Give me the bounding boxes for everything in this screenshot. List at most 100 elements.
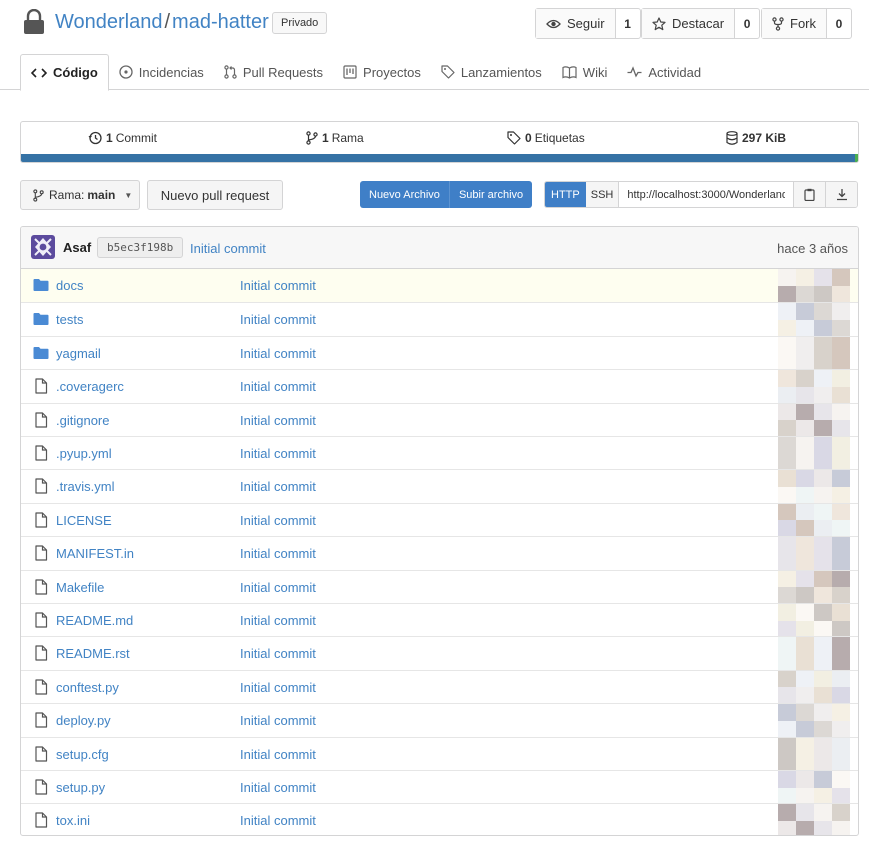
file-icon	[33, 645, 49, 661]
branch-dropdown[interactable]: Rama: main ▼	[20, 180, 140, 210]
tags-stat[interactable]: 0 Etiquetas	[507, 131, 585, 145]
file-name-link[interactable]: .travis.yml	[56, 479, 115, 494]
file-commit-message[interactable]: Initial commit	[240, 446, 316, 461]
commit-sha[interactable]: b5ec3f198b	[97, 237, 184, 258]
repo-owner-link[interactable]: Wonderland	[55, 11, 162, 33]
file-icon	[33, 545, 49, 561]
file-name-link[interactable]: docs	[56, 278, 83, 293]
avatar[interactable]	[31, 235, 55, 259]
tag-icon	[441, 65, 455, 79]
file-name-link[interactable]: .pyup.yml	[56, 446, 112, 461]
language-bar	[21, 154, 858, 162]
tab-code[interactable]: Código	[20, 54, 109, 91]
tab-releases[interactable]: Lanzamientos	[431, 54, 552, 90]
blurred-timestamp	[778, 537, 850, 571]
file-icon	[33, 445, 49, 461]
fork-icon	[772, 16, 784, 31]
file-commit-message[interactable]: Initial commit	[240, 546, 316, 561]
commit-author[interactable]: Asaf	[63, 240, 91, 255]
table-row: README.md Initial commit	[21, 603, 858, 637]
new-file-button[interactable]: Nuevo Archivo	[360, 181, 449, 208]
branches-stat[interactable]: 1 Rama	[306, 131, 364, 145]
tab-activity[interactable]: Actividad	[617, 54, 711, 90]
new-pull-request-button[interactable]: Nuevo pull request	[147, 180, 283, 210]
file-name-link[interactable]: yagmail	[56, 346, 101, 361]
commit-message[interactable]: Initial commit	[190, 241, 266, 256]
file-name-link[interactable]: MANIFEST.in	[56, 546, 134, 561]
file-name-link[interactable]: setup.cfg	[56, 747, 109, 762]
download-icon	[836, 189, 847, 201]
file-commit-message[interactable]: Initial commit	[240, 278, 316, 293]
file-name-link[interactable]: .coveragerc	[56, 379, 124, 394]
copy-url-button[interactable]	[793, 182, 825, 207]
table-row: Makefile Initial commit	[21, 569, 858, 604]
watch-label: Seguir	[567, 16, 605, 31]
tag-icon	[507, 131, 521, 145]
file-commit-message[interactable]: Initial commit	[240, 713, 316, 728]
blurred-timestamp	[778, 570, 850, 604]
lock-icon	[24, 9, 44, 34]
ssh-clone-button[interactable]: SSH	[585, 182, 620, 207]
commits-stat[interactable]: 1 Commit	[88, 131, 157, 145]
watch-button[interactable]: Seguir	[536, 9, 616, 38]
file-commit-message[interactable]: Initial commit	[240, 680, 316, 695]
table-row: README.rst Initial commit	[21, 636, 858, 671]
tab-pull-requests[interactable]: Pull Requests	[214, 54, 333, 90]
tab-label: Lanzamientos	[460, 64, 542, 80]
table-row: docs Initial commit	[21, 269, 858, 302]
file-name-link[interactable]: Makefile	[56, 580, 104, 595]
file-commit-message[interactable]: Initial commit	[240, 580, 316, 595]
blurred-timestamp	[778, 269, 850, 302]
file-commit-message[interactable]: Initial commit	[240, 646, 316, 661]
upload-file-button[interactable]: Subir archivo	[448, 181, 533, 208]
table-row: tox.ini Initial commit	[21, 803, 858, 835]
tags-label: Etiquetas	[534, 131, 585, 145]
repo-title: Wonderland / mad-hatter	[55, 11, 269, 34]
blurred-timestamp	[778, 370, 850, 404]
file-commit-message[interactable]: Initial commit	[240, 379, 316, 394]
file-name-link[interactable]: deploy.py	[56, 713, 111, 728]
file-name-link[interactable]: setup.py	[56, 780, 105, 795]
private-badge: Privado	[272, 12, 328, 34]
file-commit-message[interactable]: Initial commit	[240, 346, 316, 361]
file-commit-message[interactable]: Initial commit	[240, 747, 316, 762]
file-name-link[interactable]: tests	[56, 312, 83, 327]
file-name-link[interactable]: README.md	[56, 613, 133, 628]
http-clone-button[interactable]: HTTP	[545, 182, 586, 207]
file-name-link[interactable]: tox.ini	[56, 813, 90, 828]
file-commit-message[interactable]: Initial commit	[240, 513, 316, 528]
clone-url-input[interactable]	[619, 182, 793, 207]
file-icon	[33, 812, 49, 828]
blurred-timestamp	[778, 771, 850, 804]
tab-wiki[interactable]: Wiki	[552, 54, 618, 90]
file-commit-message[interactable]: Initial commit	[240, 413, 316, 428]
tab-label: Código	[53, 65, 98, 80]
star-count[interactable]: 0	[735, 9, 759, 38]
file-icon	[33, 612, 49, 628]
star-label: Destacar	[672, 16, 725, 31]
clipboard-icon	[804, 188, 815, 201]
file-icon	[33, 411, 49, 428]
book-icon	[562, 65, 577, 79]
file-icon	[33, 512, 49, 528]
branch-prefix: Rama:	[49, 188, 85, 202]
fork-count[interactable]: 0	[827, 9, 851, 38]
file-name-link[interactable]: README.rst	[56, 646, 130, 661]
file-commit-message[interactable]: Initial commit	[240, 813, 316, 828]
file-commit-message[interactable]: Initial commit	[240, 312, 316, 327]
file-commit-message[interactable]: Initial commit	[240, 780, 316, 795]
fork-button[interactable]: Fork	[762, 9, 827, 38]
file-commit-message[interactable]: Initial commit	[240, 479, 316, 494]
repo-name-link[interactable]: mad-hatter	[172, 11, 269, 33]
tab-projects[interactable]: Proyectos	[333, 54, 431, 90]
file-name-link[interactable]: LICENSE	[56, 513, 112, 528]
download-button[interactable]	[825, 182, 857, 207]
star-button[interactable]: Destacar	[642, 9, 736, 38]
file-name-link[interactable]: .gitignore	[56, 413, 109, 428]
repo-tabs: Código Incidencias Pull Requests Proyect…	[20, 54, 711, 91]
file-commit-message[interactable]: Initial commit	[240, 613, 316, 628]
file-name-link[interactable]: conftest.py	[56, 680, 119, 695]
tab-label: Wiki	[582, 64, 608, 80]
watch-count[interactable]: 1	[616, 9, 640, 38]
tab-issues[interactable]: Incidencias	[109, 54, 214, 90]
